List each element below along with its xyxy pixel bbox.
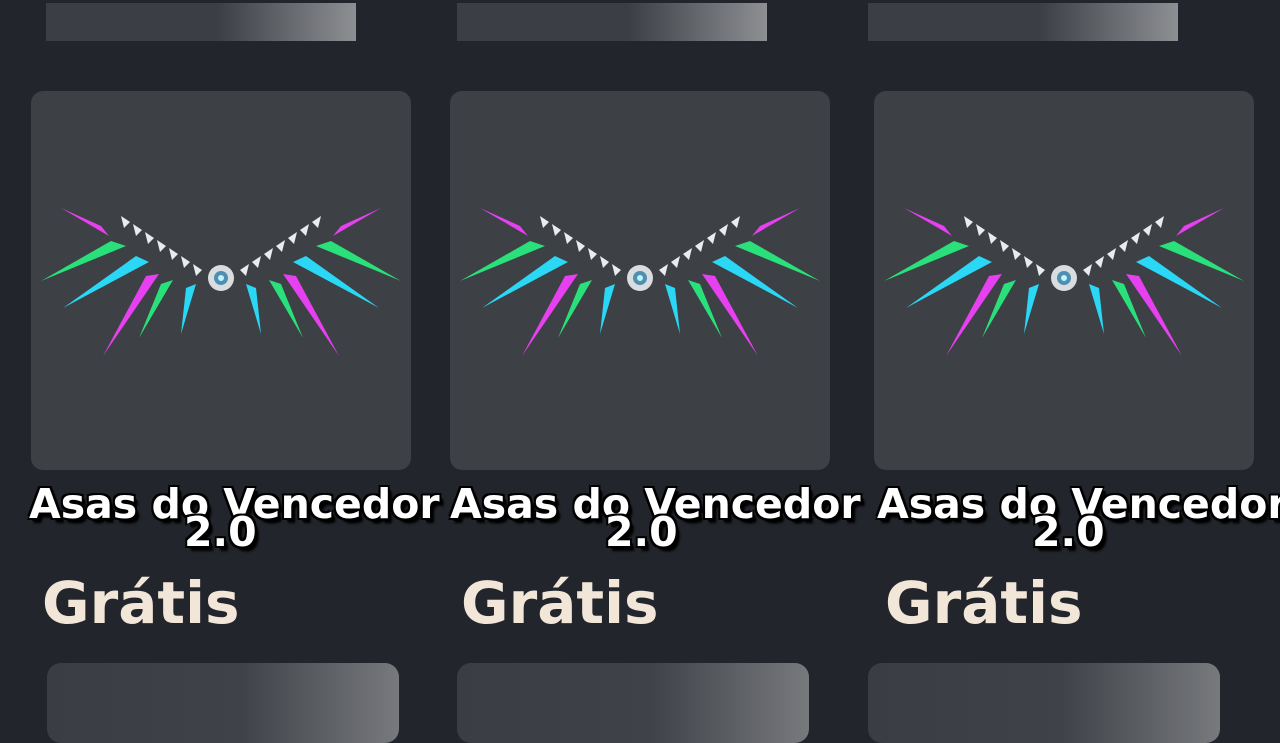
item-thumbnail[interactable] xyxy=(874,91,1254,470)
item-price: Grátis xyxy=(42,569,240,637)
bottom-row-card-2[interactable] xyxy=(457,663,809,743)
item-name-line2: 2.0 xyxy=(184,508,257,556)
winners-wings-icon xyxy=(884,207,1244,356)
item-name-line2: 2.0 xyxy=(1032,508,1105,556)
top-row-card-1[interactable] xyxy=(46,3,356,41)
item-name-line2: 2.0 xyxy=(605,508,678,556)
item-thumbnail[interactable] xyxy=(31,91,411,470)
bottom-row-card-3[interactable] xyxy=(868,663,1220,743)
item-name[interactable]: Asas do Vencedor 2.0 xyxy=(29,482,449,556)
top-row-card-2[interactable] xyxy=(457,3,767,41)
bottom-row-card-1[interactable] xyxy=(47,663,399,743)
item-price: Grátis xyxy=(461,569,659,637)
item-name[interactable]: Asas do Vencedor 2.0 xyxy=(450,482,870,556)
winners-wings-icon xyxy=(460,207,820,356)
winners-wings-icon xyxy=(41,207,401,356)
top-row-card-3[interactable] xyxy=(868,3,1178,41)
item-thumbnail[interactable] xyxy=(450,91,830,470)
item-price: Grátis xyxy=(885,569,1083,637)
item-name[interactable]: Asas do Vencedor 2.0 xyxy=(877,482,1280,556)
